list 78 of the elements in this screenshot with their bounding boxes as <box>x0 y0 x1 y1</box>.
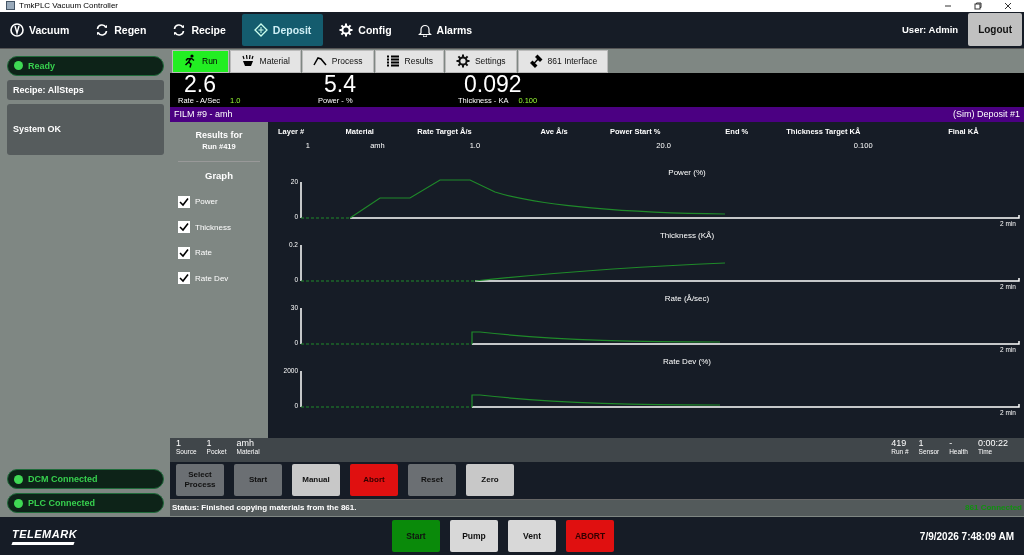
settings-icon <box>339 22 354 37</box>
recipe-label: Recipe: AllSteps <box>7 79 164 100</box>
status-dot <box>14 474 23 484</box>
ready-indicator: Ready <box>7 55 164 76</box>
chart-title: Rate (Å/sec) <box>663 293 711 304</box>
nav-tab[interactable]: Recipe <box>162 13 236 46</box>
date-time: 7/9/2026 7:48:09 AM <box>919 530 1014 542</box>
nav-tab[interactable]: Alarms <box>407 13 483 46</box>
nav-tab[interactable]: Config <box>329 13 402 46</box>
logout-button[interactable]: Logout <box>968 13 1022 47</box>
bell-icon <box>417 22 432 37</box>
minimize-icon[interactable] <box>944 2 952 10</box>
results-title: Results for <box>194 129 244 140</box>
footer-button[interactable]: Start <box>392 520 440 553</box>
diamond-icon <box>253 22 268 37</box>
restore-icon[interactable] <box>974 2 982 10</box>
readout-value: 0.092 <box>463 72 523 96</box>
tab[interactable]: Run <box>172 49 229 73</box>
tab[interactable]: Settings <box>444 49 517 73</box>
tab[interactable]: Material <box>229 49 301 73</box>
checkbox-label: Thickness <box>195 222 231 232</box>
status-dot <box>14 61 23 71</box>
tab[interactable]: Results <box>374 49 444 73</box>
system-status-panel: System OK <box>7 103 164 155</box>
info-value: - <box>949 437 954 448</box>
footer-button[interactable]: Vent <box>508 520 556 553</box>
chart-title: Rate Dev (%) <box>662 356 712 367</box>
vacuum-gauge-icon <box>10 22 24 37</box>
nav-tab[interactable]: Vacuum <box>0 13 80 46</box>
info-value: amh <box>236 437 255 448</box>
status-dot <box>14 498 23 508</box>
tab[interactable]: Process <box>301 49 374 73</box>
readout-value: 2.6 <box>183 72 217 96</box>
connection-indicator: DCM Connected <box>7 469 164 490</box>
settings-icon <box>455 54 470 69</box>
checkbox[interactable] <box>178 221 190 234</box>
info-value: 1 <box>206 437 213 448</box>
checkbox-label: Power <box>195 197 218 207</box>
info-value: 1 <box>176 437 182 448</box>
nav-tab[interactable]: Deposit <box>241 13 324 46</box>
film-name: FILM #9 - amh <box>174 109 233 120</box>
info-value: 1 <box>918 437 925 448</box>
connection-indicator: PLC Connected <box>7 493 164 514</box>
window-title: TmkPLC Vacuum Controller <box>19 1 118 11</box>
control-button[interactable]: Select Process <box>176 464 224 497</box>
close-icon[interactable] <box>1004 2 1012 10</box>
control-button[interactable]: Start <box>234 464 282 497</box>
company-logo: TELEMARK <box>12 527 392 545</box>
checkbox-label: Rate Dev <box>195 273 229 283</box>
control-button[interactable]: Abort <box>350 464 398 497</box>
graph-heading: Graph <box>204 169 234 181</box>
status-text: Status: Finished copying materials from the 861. <box>172 503 357 513</box>
footer-button[interactable]: Pump <box>450 520 498 553</box>
nav-tab[interactable]: Regen <box>85 13 157 46</box>
info-value: 0:00:22 <box>977 437 1008 448</box>
info-value: 419 <box>891 437 908 448</box>
user-label: User: Admin <box>902 24 959 36</box>
connection-status: 861 Connected <box>965 503 1022 513</box>
crucible-icon <box>240 54 255 69</box>
app-icon <box>6 1 15 11</box>
runner-icon <box>183 54 197 69</box>
checkbox[interactable] <box>178 272 190 285</box>
refresh-icon <box>95 22 110 37</box>
checkbox-label: Rate <box>195 248 212 258</box>
control-button[interactable]: Manual <box>292 464 340 497</box>
film-source: (Sim) Deposit #1 <box>952 109 1020 120</box>
readout-value: 5.4 <box>323 72 357 96</box>
checkbox[interactable] <box>178 195 190 208</box>
refresh-icon <box>172 22 187 37</box>
list-icon <box>385 54 400 69</box>
link-icon <box>528 54 543 69</box>
checkbox[interactable] <box>178 246 190 259</box>
tab[interactable]: 861 Interface <box>517 49 609 73</box>
chart-title: Power (%) <box>667 167 707 178</box>
chart-title: Thickness (KÅ) <box>658 230 716 241</box>
control-button[interactable]: Zero <box>466 464 514 497</box>
footer-button[interactable]: ABORT <box>566 520 614 553</box>
control-button[interactable]: Reset <box>408 464 456 497</box>
